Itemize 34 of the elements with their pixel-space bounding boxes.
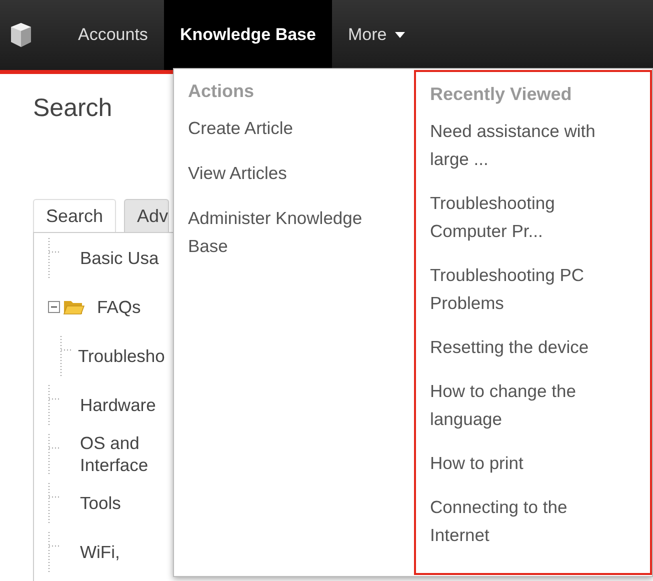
menu-item[interactable]: View Articles bbox=[188, 159, 388, 187]
tree-item[interactable]: WiFi, bbox=[80, 540, 120, 562]
collapse-icon[interactable] bbox=[48, 300, 60, 312]
tree-line-icon bbox=[48, 532, 60, 572]
cube-logo-icon[interactable] bbox=[10, 22, 32, 48]
tree-item[interactable]: Hardware bbox=[80, 394, 156, 416]
nav-tab[interactable]: Knowledge Base bbox=[164, 0, 332, 70]
menu-item[interactable]: Resetting the device bbox=[430, 333, 625, 361]
menu-heading: Recently Viewed bbox=[430, 84, 573, 105]
tree-line-icon bbox=[48, 434, 60, 474]
tree-line-icon bbox=[48, 482, 60, 522]
menu-item[interactable]: Need assistance with large ... bbox=[430, 117, 625, 173]
tree-line-icon bbox=[48, 384, 60, 424]
tree-item[interactable]: Basic Usa bbox=[80, 246, 159, 268]
tab[interactable]: Adv bbox=[124, 199, 170, 232]
menu-item[interactable]: Troubleshooting Computer Pr... bbox=[430, 189, 625, 245]
tree-line-icon bbox=[60, 336, 72, 376]
tab[interactable]: Search bbox=[33, 199, 116, 232]
tree-item[interactable]: Tools bbox=[80, 492, 121, 514]
menu-item[interactable]: Troubleshooting PC Problems bbox=[430, 261, 625, 317]
menu-item[interactable]: Connecting to the Internet bbox=[430, 493, 625, 549]
menu-item[interactable]: How to change the language bbox=[430, 377, 625, 433]
menu-heading: Actions bbox=[188, 81, 256, 102]
page-title: Search bbox=[33, 94, 114, 123]
menu-item[interactable]: Administer Knowledge Base bbox=[188, 204, 388, 260]
tree-item[interactable]: FAQs bbox=[97, 296, 141, 318]
caret-icon bbox=[394, 32, 405, 38]
nav-tab[interactable]: Accounts bbox=[62, 0, 164, 70]
nav-tab[interactable]: More bbox=[332, 0, 421, 70]
tree-item[interactable]: OS and Interface bbox=[80, 432, 174, 476]
menu-item[interactable]: How to print bbox=[430, 449, 625, 477]
tree-line-icon bbox=[48, 238, 60, 278]
menu-item[interactable]: Create Article bbox=[188, 114, 388, 142]
tree-item[interactable]: Troublesho bbox=[78, 344, 165, 366]
